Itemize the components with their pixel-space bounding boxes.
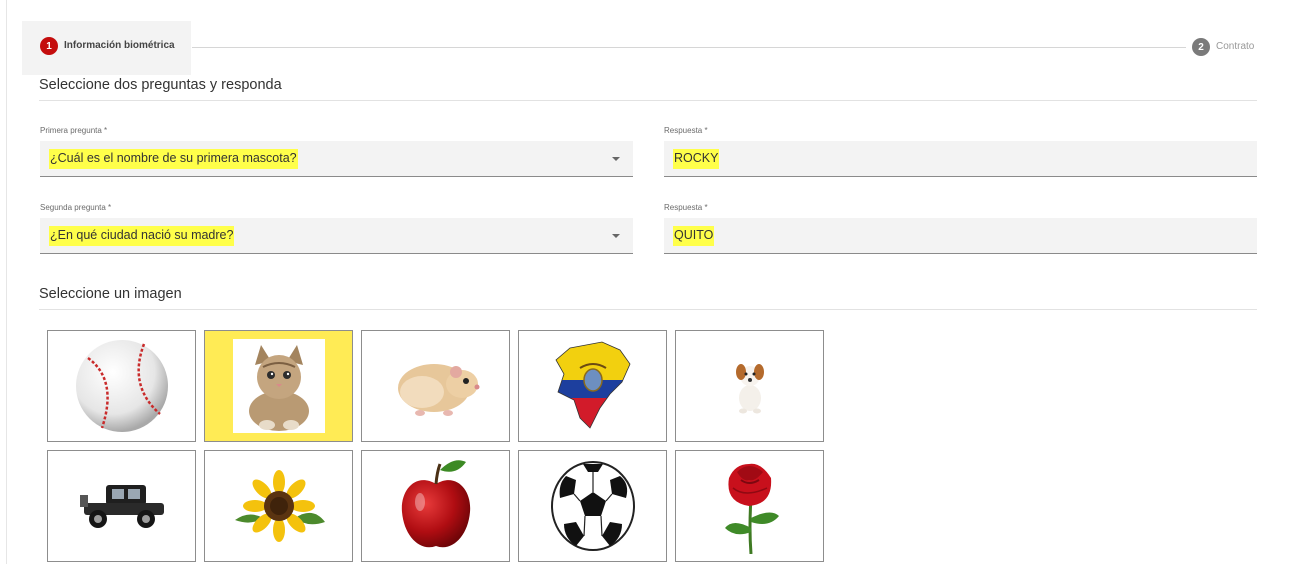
second-answer-label: Respuesta * <box>664 203 708 212</box>
step-label-contract: Contrato <box>1216 41 1255 52</box>
kitten-icon <box>232 339 325 433</box>
hamster-icon <box>397 364 479 416</box>
antique-car-icon <box>79 485 164 528</box>
second-question-field[interactable]: Segunda pregunta * ¿En qué ciudad nació … <box>40 203 633 254</box>
first-answer-value: ROCKY <box>673 148 720 169</box>
first-answer-field[interactable]: Respuesta * ROCKY <box>664 126 1257 177</box>
image-grid <box>47 330 824 562</box>
image-option-ecuador-map[interactable] <box>518 330 667 442</box>
second-question-label: Segunda pregunta * <box>40 203 112 212</box>
chevron-down-icon[interactable] <box>612 234 620 238</box>
security-questions-title: Seleccione dos preguntas y responda <box>39 77 1257 101</box>
image-option-antique-car[interactable] <box>47 450 196 562</box>
first-answer-label: Respuesta * <box>664 126 708 135</box>
image-option-rose[interactable] <box>675 450 824 562</box>
first-answer-input[interactable]: ROCKY <box>664 141 1257 177</box>
image-selection-title: Seleccione un imagen <box>39 286 1257 310</box>
first-question-label: Primera pregunta * <box>40 126 108 135</box>
image-option-apple[interactable] <box>361 450 510 562</box>
sunflower-icon <box>234 470 325 542</box>
second-answer-value: QUITO <box>673 225 715 246</box>
rose-icon <box>724 463 779 554</box>
chevron-down-icon[interactable] <box>612 157 620 161</box>
step-contract[interactable]: 2 Contrato <box>1192 38 1254 56</box>
ecuador-map-icon <box>554 341 630 429</box>
first-question-value: ¿Cuál es el nombre de su primera mascota… <box>49 148 298 169</box>
baseball-icon <box>75 340 168 432</box>
second-question-select[interactable]: ¿En qué ciudad nació su madre? <box>40 218 633 254</box>
image-option-soccer-ball[interactable] <box>518 450 667 562</box>
image-option-cat[interactable] <box>204 330 353 442</box>
second-answer-input[interactable]: QUITO <box>664 218 1257 254</box>
image-option-sunflower[interactable] <box>204 450 353 562</box>
first-question-field[interactable]: Primera pregunta * ¿Cuál es el nombre de… <box>40 126 633 177</box>
apple-icon <box>401 460 470 548</box>
image-option-hamster[interactable] <box>361 330 510 442</box>
image-option-baseball[interactable] <box>47 330 196 442</box>
first-question-select[interactable]: ¿Cuál es el nombre de su primera mascota… <box>40 141 633 177</box>
step-label-biometric: Información biométrica <box>64 40 175 51</box>
image-option-puppy[interactable] <box>675 330 824 442</box>
soccer-ball-icon <box>550 461 635 551</box>
step-biometric-info[interactable]: 1 Información biométrica <box>22 21 191 75</box>
stepper-connector <box>192 47 1186 48</box>
step-number-1: 1 <box>40 37 58 55</box>
step-number-2: 2 <box>1192 38 1210 56</box>
left-border <box>6 0 7 564</box>
puppy-icon <box>735 364 764 414</box>
second-answer-field[interactable]: Respuesta * QUITO <box>664 203 1257 254</box>
second-question-value: ¿En qué ciudad nació su madre? <box>49 225 235 246</box>
